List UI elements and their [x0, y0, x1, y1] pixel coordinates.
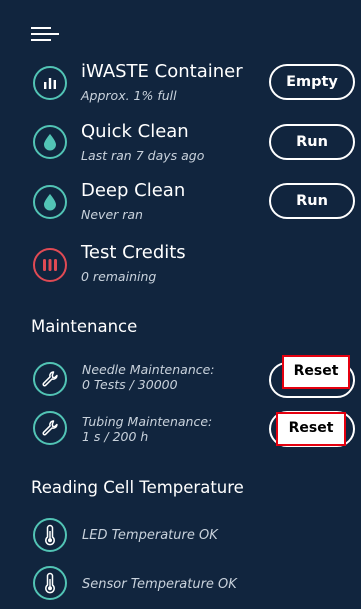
deep-clean-title: Deep Clean: [81, 180, 186, 201]
wrench-icon: [33, 362, 67, 396]
led-temperature-row: LED Temperature OK: [0, 516, 361, 568]
iwaste-container-title: iWASTE Container: [81, 61, 243, 82]
needle-maintenance-label: Needle Maintenance:: [82, 362, 215, 377]
needle-maintenance-row: Needle Maintenance: 0 Tests / 30000 Rese…: [0, 355, 361, 408]
thermometer-icon: [33, 566, 67, 600]
quick-clean-row: Quick Clean Last ran 7 days ago Run: [0, 118, 361, 170]
tubing-maintenance-row: Tubing Maintenance: 1 s / 200 h Reset: [0, 407, 361, 459]
test-credits-title: Test Credits: [81, 242, 186, 263]
droplet-icon: [33, 125, 67, 159]
quick-clean-title: Quick Clean: [81, 121, 189, 142]
sensor-temperature-status: Sensor Temperature OK: [82, 577, 237, 592]
needle-maintenance-count: 0 Tests / 30000: [82, 377, 178, 392]
droplet-icon: [33, 185, 67, 219]
tubing-reset-button[interactable]: Reset: [276, 412, 346, 446]
wrench-icon: [33, 411, 67, 445]
maintenance-heading: Maintenance: [31, 317, 138, 336]
thermometer-icon: [33, 518, 67, 552]
deep-clean-run-button[interactable]: Run: [269, 183, 355, 219]
empty-button[interactable]: Empty: [269, 64, 355, 100]
deep-clean-status: Never ran: [81, 207, 143, 222]
needle-reset-button[interactable]: Reset: [282, 355, 350, 389]
app-screen: iWASTE Container Approx. 1% full Empty Q…: [0, 0, 361, 609]
quick-clean-run-button[interactable]: Run: [269, 124, 355, 160]
tubing-maintenance-label: Tubing Maintenance:: [82, 414, 213, 429]
tubing-maintenance-time: 1 s / 200 h: [82, 429, 149, 444]
test-credits-remaining: 0 remaining: [81, 269, 157, 284]
test-credits-row: Test Credits 0 remaining: [0, 239, 361, 291]
deep-clean-row: Deep Clean Never ran Run: [0, 177, 361, 229]
iwaste-container-status: Approx. 1% full: [81, 88, 177, 103]
iwaste-container-row: iWASTE Container Approx. 1% full Empty: [0, 58, 361, 110]
sensor-temperature-row: Sensor Temperature OK: [0, 564, 361, 616]
reading-cell-temperature-heading: Reading Cell Temperature: [31, 478, 244, 497]
bar-chart-icon: [33, 66, 67, 100]
test-tubes-icon: [33, 248, 67, 282]
quick-clean-status: Last ran 7 days ago: [81, 148, 205, 163]
led-temperature-status: LED Temperature OK: [82, 528, 218, 543]
hamburger-menu-icon[interactable]: [31, 27, 59, 41]
